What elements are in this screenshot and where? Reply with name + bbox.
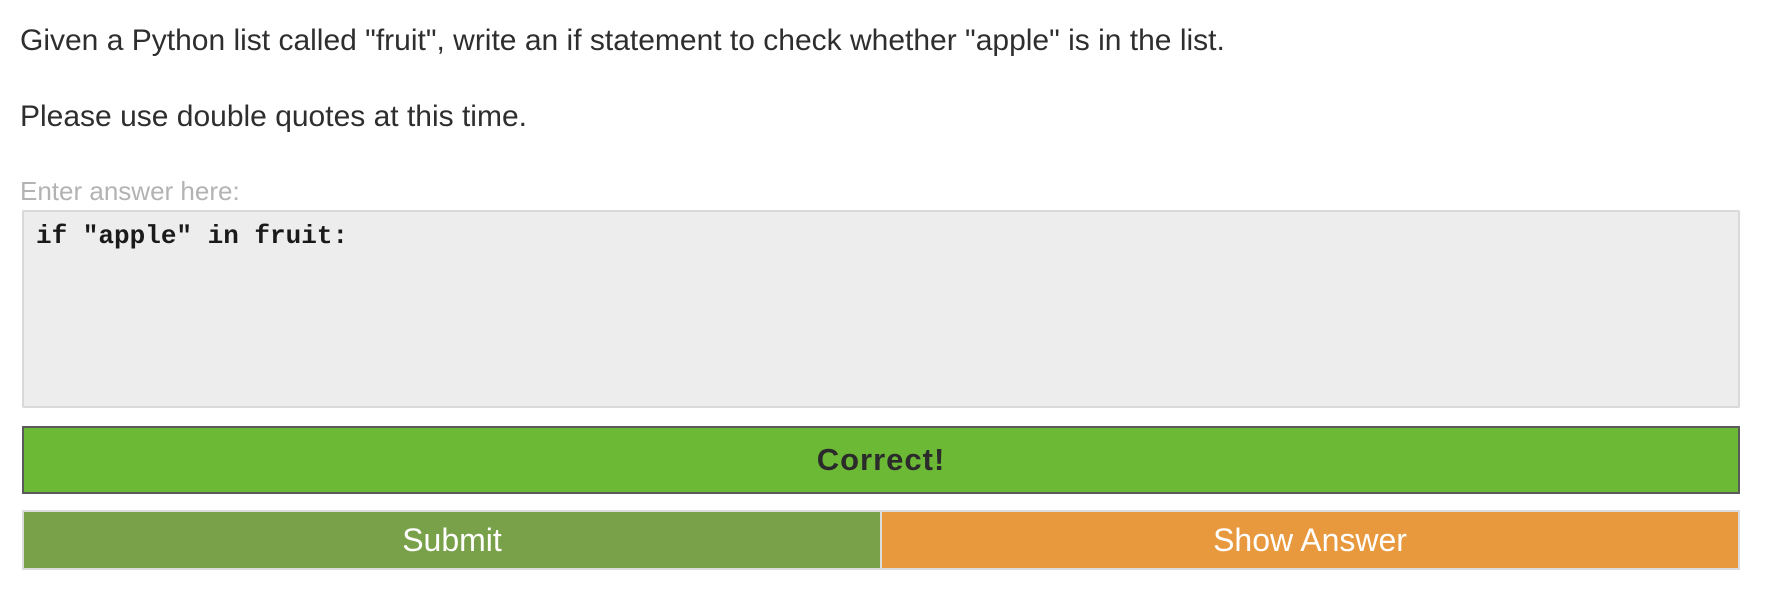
question-text: Given a Python list called "fruit", writ… xyxy=(20,24,1225,57)
answer-text[interactable]: if "apple" in fruit: xyxy=(36,218,1726,254)
answer-label: Enter answer here: xyxy=(20,176,240,206)
submit-button[interactable]: Submit xyxy=(24,512,880,568)
question-note: Please use double quotes at this time. xyxy=(20,100,527,133)
result-text: Correct! xyxy=(816,442,946,477)
button-bar: Submit Show Answer xyxy=(22,510,1740,570)
answer-textarea[interactable]: if "apple" in fruit: xyxy=(22,210,1740,408)
result-banner: Correct! xyxy=(22,426,1740,494)
show-answer-button[interactable]: Show Answer xyxy=(882,512,1738,568)
